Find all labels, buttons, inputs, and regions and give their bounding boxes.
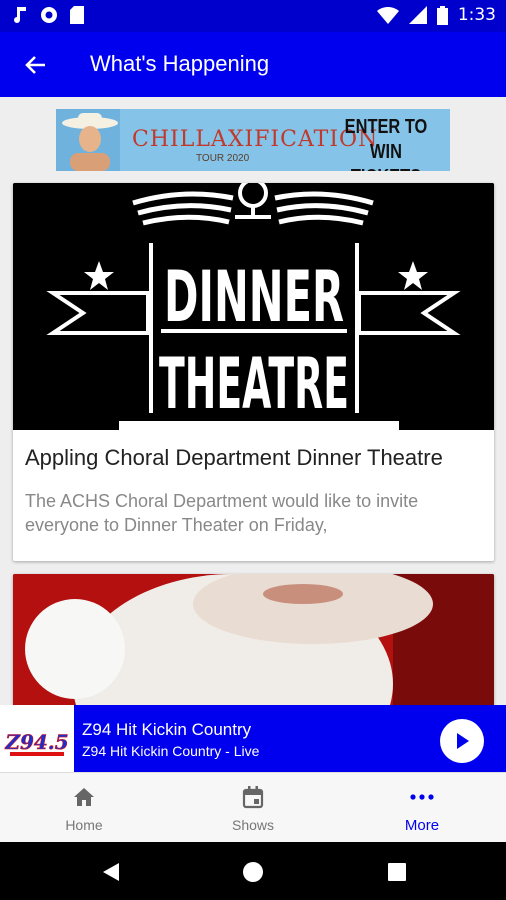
image-text-line2: THEATRE (159, 343, 349, 425)
bottom-navigation: Home Shows More (0, 772, 506, 843)
battery-icon (436, 5, 448, 25)
home-icon (74, 788, 94, 806)
status-time: 1:33 (457, 5, 496, 25)
banner-subtitle: TOUR 2020 (196, 153, 250, 164)
music-note-icon (14, 7, 26, 23)
nav-shows-label: Shows (231, 817, 275, 833)
dinner-theatre-graphic: DINNER THEATRE (13, 183, 494, 430)
article-description: The ACHS Choral Department would like to… (25, 491, 419, 535)
article-card[interactable]: DINNER THEATRE Appling Choral Department… (13, 183, 494, 561)
person-hat-image (56, 109, 120, 171)
banner-cta: ENTER TO WIN TICKETS (344, 116, 428, 171)
calendar-icon (242, 786, 264, 809)
recents-square-icon[interactable] (386, 861, 408, 883)
station-logo: Z94.5 (0, 705, 74, 772)
player-title: Z94 Hit Kickin Country (82, 720, 252, 739)
santa-claus-photo (13, 574, 494, 705)
article-image (13, 574, 494, 705)
sd-card-icon (70, 6, 84, 24)
article-title: Appling Choral Department Dinner Theatre (25, 445, 443, 470)
content-scroll[interactable]: CHILLAXIFICATION TOUR 2020 ENTER TO WIN … (0, 97, 506, 705)
circle-icon (41, 7, 57, 23)
now-playing-bar[interactable]: Z94.5 Z94 Hit Kickin Country Z94 Hit Kic… (0, 705, 506, 772)
z945-logo: Z94.5 (0, 705, 74, 772)
logo-text: Z94.5 (4, 730, 68, 754)
page-title: What's Happening (90, 51, 270, 76)
status-system: 1:33 (376, 5, 496, 25)
play-icon (457, 733, 469, 749)
back-triangle-icon[interactable] (100, 861, 122, 883)
app-bar: What's Happening (0, 32, 506, 97)
ad-banner[interactable]: CHILLAXIFICATION TOUR 2020 ENTER TO WIN … (56, 109, 450, 171)
system-navigation-bar (0, 842, 506, 900)
nav-shows[interactable]: Shows (169, 773, 337, 843)
arrow-left-icon (25, 56, 45, 74)
article-card[interactable] (13, 574, 494, 705)
player-subtitle: Z94 Hit Kickin Country - Live (82, 743, 260, 759)
wifi-icon (376, 6, 399, 24)
home-circle-icon[interactable] (242, 861, 264, 883)
signal-icon (408, 6, 427, 24)
nav-home[interactable]: Home (0, 773, 168, 843)
article-image: DINNER THEATRE (13, 183, 494, 430)
nav-home-label: Home (65, 817, 103, 833)
status-bar: 1:33 (0, 0, 506, 32)
nav-more[interactable]: More (338, 773, 506, 843)
back-button[interactable] (14, 44, 56, 86)
status-notifications (12, 6, 84, 24)
more-dots-icon (410, 794, 434, 800)
play-button[interactable] (440, 719, 484, 763)
image-text-line1: DINNER (164, 256, 344, 338)
nav-more-label: More (404, 817, 440, 834)
